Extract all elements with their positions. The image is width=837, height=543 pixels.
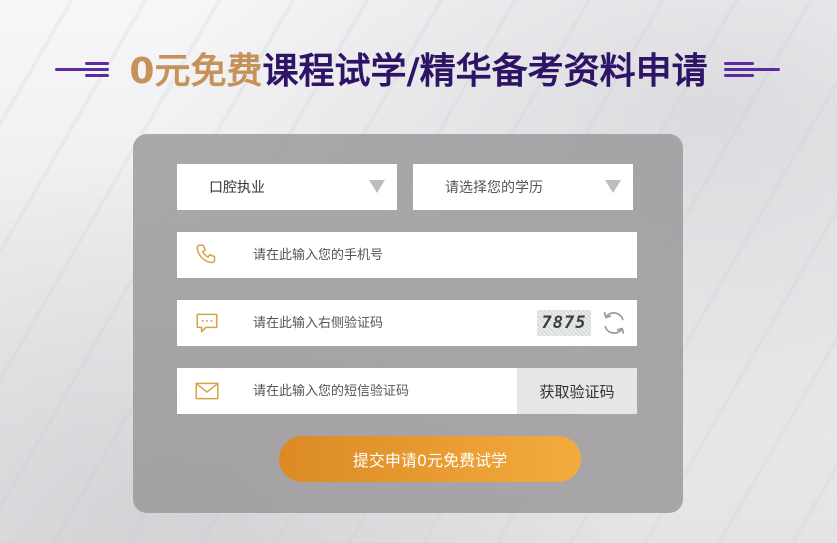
refresh-icon[interactable]: [597, 308, 631, 338]
chevron-down-icon: [369, 180, 385, 193]
education-select[interactable]: 请选择您的学历: [413, 164, 633, 210]
heading-decoration-right: [723, 58, 782, 78]
message-icon: [177, 310, 237, 336]
application-form-panel: 口腔执业 请选择您的学历 7875: [133, 134, 683, 513]
sms-code-field: 获取验证码: [177, 368, 637, 414]
captcha-input[interactable]: [237, 300, 537, 346]
get-sms-code-button[interactable]: 获取验证码: [517, 368, 637, 414]
page-heading: 0元免费课程试学/精华备考资料申请: [0, 42, 837, 94]
sms-code-input[interactable]: [237, 368, 517, 414]
phone-icon: [177, 242, 237, 268]
captcha-image[interactable]: 7875: [537, 310, 591, 336]
phone-field: [177, 232, 637, 278]
phone-input[interactable]: [237, 232, 637, 278]
mail-icon: [177, 380, 237, 402]
page-title: 0元免费课程试学/精华备考资料申请: [129, 42, 707, 94]
title-main: 课程试学/精华备考资料申请: [262, 51, 708, 92]
chevron-down-icon: [605, 180, 621, 193]
submit-button[interactable]: 提交申请0元免费试学: [279, 436, 581, 482]
education-select-value: 请选择您的学历: [445, 180, 543, 196]
profession-select-value: 口腔执业: [209, 180, 265, 196]
heading-decoration-left: [55, 58, 113, 78]
title-highlight: 0元免费: [129, 51, 263, 92]
profession-select[interactable]: 口腔执业: [177, 164, 397, 210]
captcha-field: 7875: [177, 300, 637, 346]
